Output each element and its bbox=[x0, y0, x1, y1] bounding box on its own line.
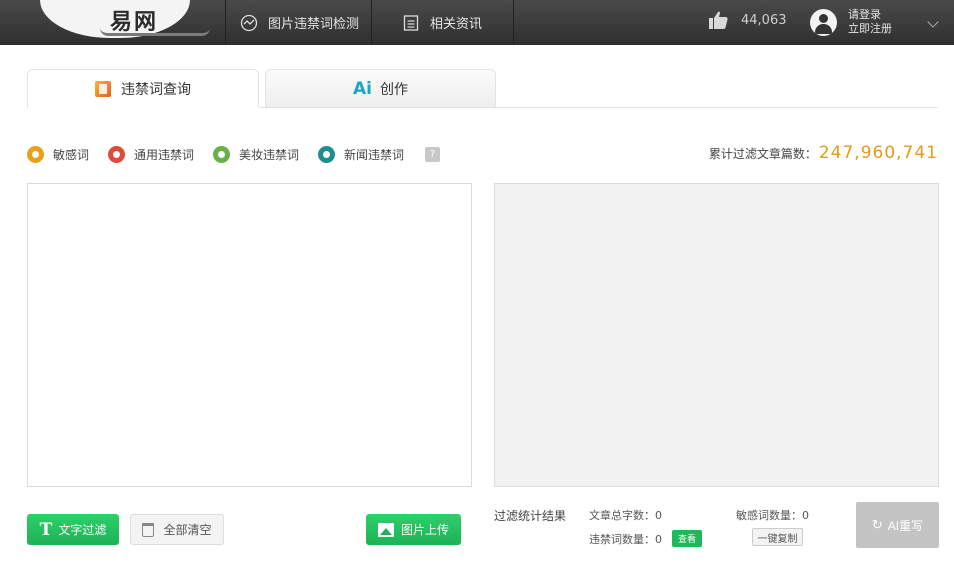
tab-banned-word-query[interactable]: 违禁词查询 bbox=[27, 69, 259, 108]
nav-news[interactable]: 相关资讯 bbox=[371, 0, 514, 45]
help-icon[interactable]: ? bbox=[425, 147, 441, 162]
logo[interactable]: 易网 bbox=[40, 0, 210, 38]
copy-all-button[interactable]: 一键复制 bbox=[752, 528, 803, 546]
legend-sensitive-label: 敏感词 bbox=[53, 148, 90, 162]
text-filter-button[interactable]: T 文字过滤 bbox=[27, 514, 119, 545]
refresh-icon: ↻ bbox=[871, 517, 883, 532]
legend-sensitive: 敏感词 bbox=[27, 146, 89, 163]
document-icon bbox=[95, 80, 111, 97]
logo-swoosh bbox=[100, 28, 210, 36]
word-type-legend: 敏感词 通用违禁词 美妆违禁词 新闻违禁词 ? bbox=[27, 146, 441, 163]
image-upload-button[interactable]: 图片上传 bbox=[366, 514, 461, 545]
tab-ai-creation-label: 创作 bbox=[379, 81, 408, 98]
tab-ai-creation[interactable]: Ai 创作 bbox=[265, 69, 496, 108]
ai-rewrite-button[interactable]: ↻ AI重写 bbox=[856, 502, 939, 548]
nav-image-detection[interactable]: 图片违禁词检测 bbox=[225, 0, 371, 45]
ai-rewrite-label: AI重写 bbox=[887, 518, 924, 533]
banned-count: 违禁词数量：0 bbox=[589, 532, 662, 546]
ai-icon: Ai bbox=[353, 78, 372, 99]
legend-cosmetics-label: 美妆违禁词 bbox=[239, 148, 300, 162]
result-output-area bbox=[494, 183, 939, 487]
filter-result-title: 过滤统计结果 bbox=[494, 509, 567, 523]
nav-news-label: 相关资讯 bbox=[430, 17, 483, 32]
cosmetics-dot-icon bbox=[213, 146, 231, 163]
top-navigation-bar: 易网 图片违禁词检测 相关资讯 44,063 请登录 立即注册 bbox=[0, 0, 954, 45]
total-chars: 文章总字数：0 bbox=[589, 509, 662, 522]
legend-general-label: 通用违禁词 bbox=[134, 148, 195, 162]
news-dot-icon bbox=[318, 146, 336, 163]
image-upload-label: 图片上传 bbox=[400, 523, 449, 537]
like-counter[interactable]: 44,063 bbox=[708, 10, 787, 30]
total-filtered-value: 247,960,741 bbox=[818, 143, 938, 163]
clear-all-button[interactable]: 全部清空 bbox=[130, 514, 224, 545]
legend-news: 新闻违禁词 bbox=[318, 146, 404, 163]
clear-all-label: 全部清空 bbox=[163, 523, 212, 537]
user-menu[interactable]: 请登录 立即注册 bbox=[810, 8, 892, 36]
text-t-icon: T bbox=[39, 519, 53, 540]
like-count: 44,063 bbox=[741, 12, 787, 28]
login-link[interactable]: 请登录 bbox=[848, 8, 892, 22]
total-filtered-label: 累计过滤文章篇数： bbox=[708, 147, 817, 161]
image-scan-icon bbox=[240, 14, 258, 32]
total-filtered-articles: 累计过滤文章篇数： 247,960,741 bbox=[709, 143, 938, 163]
trash-icon bbox=[142, 522, 155, 537]
legend-news-label: 新闻违禁词 bbox=[344, 148, 405, 162]
news-icon bbox=[402, 14, 420, 32]
sensitive-dot-icon bbox=[27, 146, 44, 163]
text-input-area[interactable] bbox=[27, 183, 472, 487]
nav-image-detection-label: 图片违禁词检测 bbox=[268, 17, 360, 32]
thumbs-up-icon bbox=[709, 11, 728, 29]
text-filter-label: 文字过滤 bbox=[58, 523, 107, 537]
banned-count-row: 违禁词数量：0 查看 bbox=[589, 530, 703, 547]
avatar-icon bbox=[810, 8, 837, 36]
register-link[interactable]: 立即注册 bbox=[848, 22, 892, 36]
chevron-down-icon[interactable] bbox=[927, 16, 939, 28]
legend-cosmetics: 美妆违禁词 bbox=[213, 146, 299, 163]
image-icon bbox=[377, 522, 394, 537]
tab-banned-word-query-label: 违禁词查询 bbox=[121, 81, 191, 98]
general-dot-icon bbox=[108, 146, 126, 163]
sensitive-count: 敏感词数量：0 bbox=[736, 509, 809, 522]
legend-general: 通用违禁词 bbox=[108, 146, 194, 163]
view-button[interactable]: 查看 bbox=[672, 530, 703, 547]
